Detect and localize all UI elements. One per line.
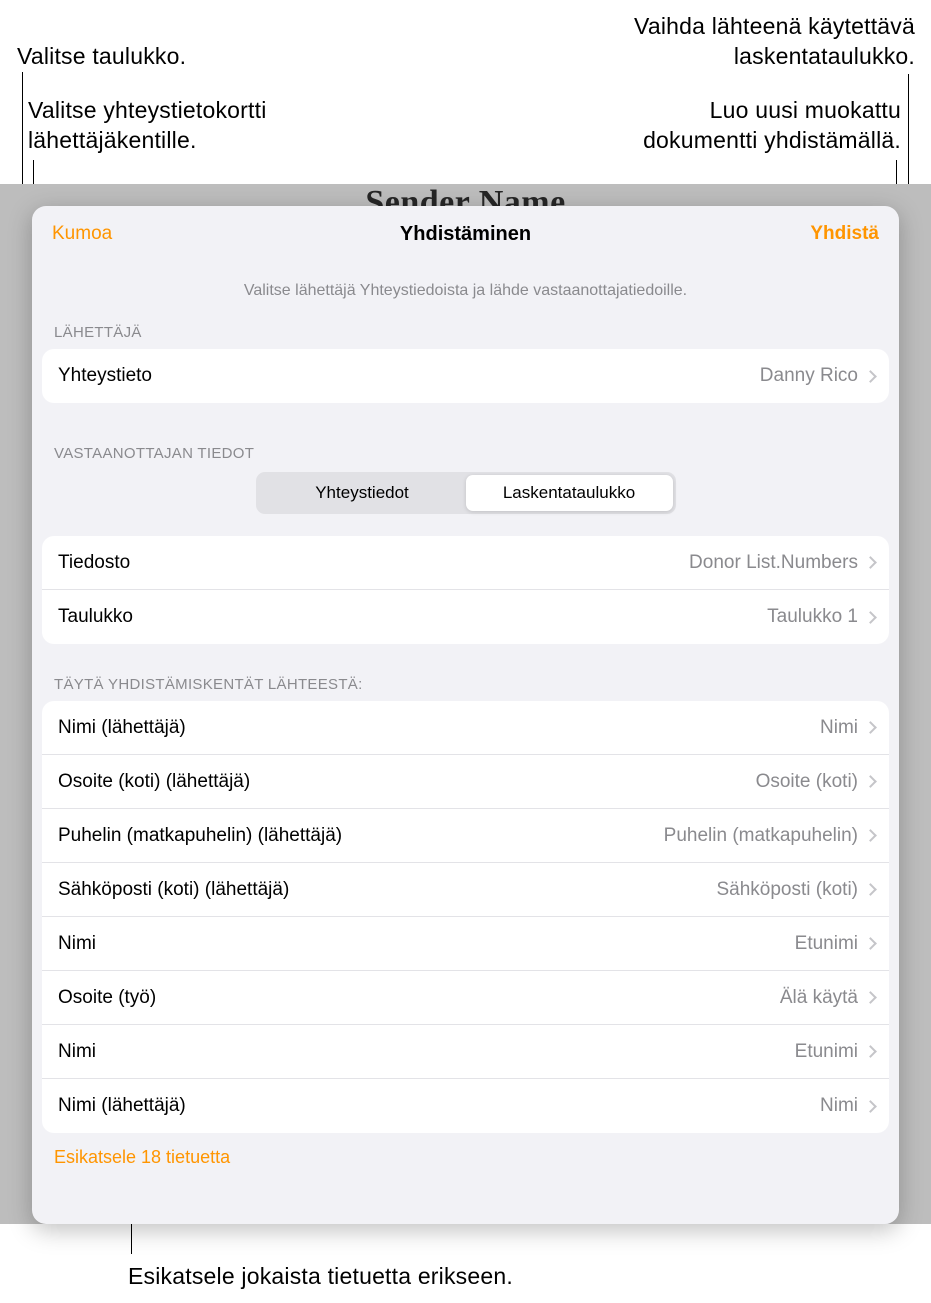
section-label-sender: LÄHETTÄJÄ (54, 324, 899, 341)
row-label: Tiedosto (58, 552, 130, 574)
chevron-right-icon (864, 829, 877, 842)
table-row[interactable]: Taulukko Taulukko 1 (42, 590, 889, 644)
chevron-right-icon (864, 775, 877, 788)
mail-merge-sheet: Kumoa Yhdistäminen Yhdistä Valitse lähet… (32, 206, 899, 1224)
field-mapping-row[interactable]: Osoite (työ) Älä käytä (42, 971, 889, 1025)
source-segmented-control[interactable]: Yhteystiedot Laskentataulukko (256, 472, 676, 514)
callout-select-contact-card: Valitse yhteystietokortti lähettäjäkenti… (28, 96, 267, 156)
field-mapping-row[interactable]: Puhelin (matkapuhelin) (lähettäjä) Puheli… (42, 809, 889, 863)
field-mapping-row[interactable]: Osoite (koti) (lähettäjä) Osoite (koti) (42, 755, 889, 809)
sheet-body: Valitse lähettäjä Yhteystiedoista ja läh… (32, 262, 899, 1224)
file-row[interactable]: Tiedosto Donor List.Numbers (42, 536, 889, 590)
row-value: Taulukko 1 (767, 606, 875, 628)
row-value: Etunimi (795, 1041, 875, 1063)
chevron-right-icon (864, 1045, 877, 1058)
row-label: Sähköposti (koti) (lähettäjä) (58, 879, 289, 901)
field-mapping-row[interactable]: Nimi (lähettäjä) Nimi (42, 1079, 889, 1133)
field-mapping-row[interactable]: Nimi Etunimi (42, 917, 889, 971)
callout-create-merged: Luo uusi muokattu dokumentti yhdistämäll… (643, 96, 901, 156)
chevron-right-icon (864, 937, 877, 950)
row-label: Nimi (lähettäjä) (58, 1095, 186, 1117)
row-value: Osoite (koti) (756, 771, 875, 793)
preview-records-button[interactable]: Esikatsele 18 tietuetta (54, 1147, 230, 1168)
section-label-fields: TÄYTÄ YHDISTÄMISKENTÄT LÄHTEESTÄ: (54, 676, 899, 693)
field-mapping-row[interactable]: Nimi (lähettäjä) Nimi (42, 701, 889, 755)
chevron-right-icon (864, 1100, 877, 1113)
field-mapping-row[interactable]: Sähköposti (koti) (lähettäjä) Sähköposti … (42, 863, 889, 917)
row-value: Danny Rico (760, 365, 875, 387)
segment-spreadsheet[interactable]: Laskentataulukko (466, 475, 673, 511)
row-value: Nimi (820, 717, 875, 739)
callout-select-table: Valitse taulukko. (17, 42, 186, 72)
row-label: Yhteystieto (58, 365, 152, 387)
chevron-right-icon (864, 883, 877, 896)
chevron-right-icon (864, 991, 877, 1004)
row-label: Nimi (58, 933, 96, 955)
row-label: Osoite (työ) (58, 987, 156, 1009)
row-value: Puhelin (matkapuhelin) (664, 825, 875, 847)
row-label: Nimi (58, 1041, 96, 1063)
segment-contacts[interactable]: Yhteystiedot (259, 475, 466, 511)
row-value: Etunimi (795, 933, 875, 955)
row-label: Taulukko (58, 606, 133, 628)
row-label: Nimi (lähettäjä) (58, 717, 186, 739)
row-value: Älä käytä (780, 987, 875, 1009)
merge-button[interactable]: Yhdistä (810, 223, 879, 245)
row-value: Donor List.Numbers (689, 552, 875, 574)
row-value: Nimi (820, 1095, 875, 1117)
chevron-right-icon (864, 370, 877, 383)
sheet-header: Kumoa Yhdistäminen Yhdistä (32, 206, 899, 262)
row-label: Osoite (koti) (lähettäjä) (58, 771, 250, 793)
contact-row[interactable]: Yhteystieto Danny Rico (42, 349, 889, 403)
fields-group: Nimi (lähettäjä) Nimi Osoite (koti) (lähet… (42, 701, 889, 1133)
sheet-subtitle: Valitse lähettäjä Yhteystiedoista ja läh… (56, 282, 875, 300)
callout-change-source: Vaihda lähteenä käytettävä laskentataulu… (634, 12, 915, 72)
cancel-button[interactable]: Kumoa (52, 223, 112, 245)
callout-preview-records: Esikatsele jokaista tietuetta erikseen. (128, 1262, 513, 1292)
row-value: Sähköposti (koti) (716, 879, 875, 901)
chevron-right-icon (864, 721, 877, 734)
source-group: Tiedosto Donor List.Numbers Taulukko Tau… (42, 536, 889, 644)
row-label: Puhelin (matkapuhelin) (lähettäjä) (58, 825, 342, 847)
chevron-right-icon (864, 611, 877, 624)
sheet-title: Yhdistäminen (32, 223, 899, 246)
chevron-right-icon (864, 556, 877, 569)
sender-group: Yhteystieto Danny Rico (42, 349, 889, 403)
field-mapping-row[interactable]: Nimi Etunimi (42, 1025, 889, 1079)
section-label-recipient: VASTAANOTTAJAN TIEDOT (54, 445, 899, 462)
